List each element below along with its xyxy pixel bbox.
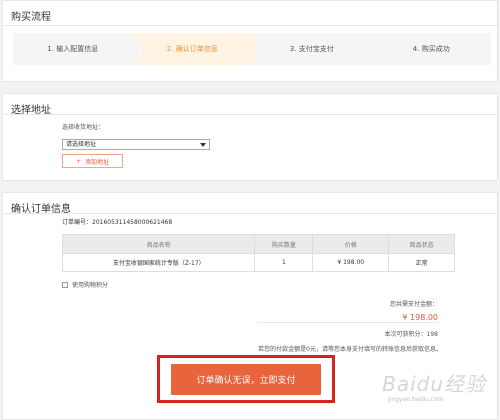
plus-icon: + bbox=[75, 157, 81, 165]
step-label: 1. 输入配置信息 bbox=[47, 45, 99, 53]
step-1: 1. 输入配置信息 bbox=[13, 33, 142, 65]
table-row: 支付宝收银国家统计专版（Z-17） 1 ¥ 198.00 正常 bbox=[61, 253, 455, 272]
confirm-pay-button[interactable]: 订单确认无误，立即支付 bbox=[171, 363, 321, 395]
step-3: 3. 支付宝支付 bbox=[252, 33, 381, 65]
divider bbox=[3, 114, 497, 115]
divider bbox=[3, 213, 497, 214]
use-points-option[interactable]: 使用购物积分 bbox=[62, 280, 108, 289]
watermark: Baidu经验 jingyan.baidu.com bbox=[382, 368, 486, 403]
divider bbox=[258, 322, 438, 323]
step-label: 3. 支付宝支付 bbox=[289, 45, 334, 53]
payment-note: 若您的付款金额是0元，请等您本身支付填写的转账信息后获取信息。 bbox=[258, 346, 442, 353]
submit-highlight-frame: 订单确认无误，立即支付 bbox=[157, 355, 335, 403]
watermark-sub: jingyan.baidu.com bbox=[388, 396, 444, 403]
add-address-button[interactable]: + 添加地址 bbox=[62, 154, 123, 168]
add-address-label: 添加地址 bbox=[85, 158, 110, 166]
step-4: 4. 购买成功 bbox=[372, 33, 492, 65]
column-header: 购买数量 bbox=[254, 234, 314, 254]
address-select-label: 选择收货地址： bbox=[62, 124, 105, 131]
column-header: 商品状态 bbox=[388, 234, 455, 254]
order-number: 订单编号：2016053114580006214​68 bbox=[62, 219, 173, 226]
purchase-flow-title: 购买流程 bbox=[11, 12, 51, 23]
address-select-value: 请选择地址 bbox=[66, 141, 97, 148]
watermark-text: Baidu经验 bbox=[382, 372, 486, 396]
quantity-cell: 1 bbox=[254, 253, 314, 272]
use-points-label: 使用购物积分 bbox=[72, 282, 109, 289]
total-value: ¥ 198.00 bbox=[402, 313, 438, 322]
step-2-active: 2. 确认订单信息 bbox=[132, 33, 261, 65]
step-label: 2. 确认订单信息 bbox=[166, 45, 218, 53]
address-select[interactable]: 请选择地址 bbox=[62, 139, 210, 150]
goods-table: 商品名称 购买数量 价格 商品状态 支付宝收银国家统计专版（Z-17） 1 ¥ … bbox=[61, 234, 455, 272]
chevron-down-icon bbox=[200, 143, 206, 147]
use-points-checkbox[interactable] bbox=[62, 281, 68, 288]
points-earned: 本次可获积分：198 bbox=[384, 331, 438, 338]
step-bar: 1. 输入配置信息 2. 确认订单信息 3. 支付宝支付 4. 购买成功 bbox=[13, 33, 491, 65]
purchase-flow-panel: 购买流程 1. 输入配置信息 2. 确认订单信息 3. 支付宝支付 4. 购买成… bbox=[2, 0, 498, 82]
table-header-row: 商品名称 购买数量 价格 商品状态 bbox=[61, 234, 455, 254]
status-cell: 正常 bbox=[388, 253, 455, 272]
column-header: 商品名称 bbox=[61, 234, 256, 254]
price-cell: ¥ 198.00 bbox=[312, 253, 390, 272]
product-name-cell: 支付宝收银国家统计专版（Z-17） bbox=[61, 253, 256, 272]
step-label: 4. 购买成功 bbox=[412, 45, 450, 53]
total-label: 您共需支付金额： bbox=[389, 301, 438, 308]
divider bbox=[3, 25, 497, 26]
column-header: 价格 bbox=[312, 234, 390, 254]
